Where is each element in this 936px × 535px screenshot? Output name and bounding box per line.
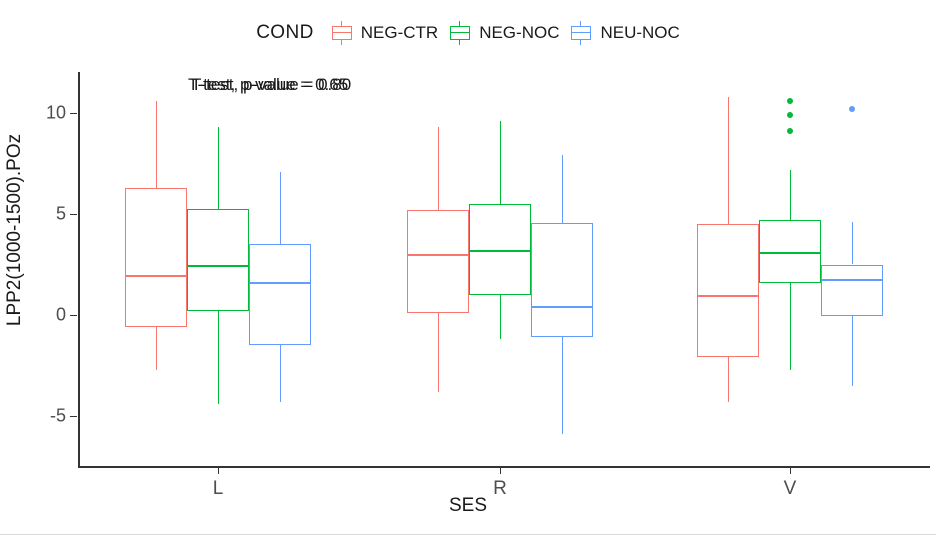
legend-title: COND (256, 22, 314, 43)
y-tick-label: 0 (55, 304, 66, 325)
whisker-lower (562, 337, 563, 435)
legend-entry-neg-ctr[interactable]: NEG-CTR (330, 20, 438, 46)
chart-legend: COND NEG-CTR NEG-NOC NEU-NOC (0, 16, 936, 50)
box-iqr (531, 223, 593, 338)
median-line (407, 254, 469, 257)
whisker-upper (438, 127, 439, 210)
whisker-upper (500, 121, 501, 204)
y-tick-mark (70, 416, 77, 417)
y-tick-mark (70, 315, 77, 316)
whisker-lower (790, 282, 791, 370)
box-iqr (759, 220, 821, 283)
box-iqr (187, 208, 249, 311)
median-line (821, 278, 883, 281)
boxplot-key-icon (569, 20, 593, 46)
box-iqr (407, 209, 469, 313)
median-line (469, 250, 531, 253)
legend-entry-neg-noc[interactable]: NEG-NOC (448, 20, 559, 46)
legend-entry-neu-noc[interactable]: NEU-NOC (569, 20, 680, 46)
y-tick-mark (70, 113, 77, 114)
y-axis-title: LPP2(1000-1500).POz (0, 0, 30, 534)
whisker-upper (218, 127, 219, 209)
x-tick-label: L (212, 478, 224, 499)
x-tick-mark (790, 467, 791, 474)
median-line (697, 294, 759, 297)
whisker-upper (728, 96, 729, 225)
whisker-upper (280, 171, 281, 245)
plot-panel (78, 72, 930, 467)
y-tick-label: -5 (49, 405, 66, 426)
box-iqr (697, 224, 759, 358)
whisker-lower (438, 312, 439, 392)
whisker-upper (562, 155, 563, 224)
box-iqr (249, 244, 311, 346)
whisker-upper (852, 222, 853, 265)
outlier-point (787, 112, 793, 119)
y-tick-label: 5 (55, 203, 66, 224)
box-iqr (469, 203, 531, 295)
y-tick-mark (70, 214, 77, 215)
median-line (759, 252, 821, 255)
x-tick-label: R (493, 478, 507, 499)
y-tick-label: 10 (45, 102, 66, 123)
whisker-lower (280, 345, 281, 402)
whisker-lower (218, 310, 219, 404)
box-iqr (821, 264, 883, 316)
boxplot-key-icon (330, 20, 354, 46)
y-axis-title-text: LPP2(1000-1500).POz (4, 133, 26, 326)
outlier-point (787, 97, 793, 104)
whisker-upper (790, 169, 791, 221)
boxplot-key-icon (448, 20, 472, 46)
legend-label-neu-noc: NEU-NOC (600, 23, 680, 42)
median-line (249, 281, 311, 284)
median-line (125, 274, 187, 277)
median-line (531, 305, 593, 308)
whisker-lower (852, 316, 853, 386)
ttest-annotation-text-b: T-test, p-value = 0.80 (191, 75, 352, 94)
whisker-lower (500, 294, 501, 340)
whisker-lower (728, 357, 729, 402)
legend-label-neg-ctr: NEG-CTR (360, 23, 439, 42)
legend-label-neg-noc: NEG-NOC (479, 23, 560, 42)
x-tick-mark (218, 467, 219, 474)
whisker-upper (156, 100, 157, 188)
x-tick-label: V (783, 478, 797, 499)
box-iqr (125, 187, 187, 328)
outlier-point (787, 128, 793, 135)
x-tick-mark (500, 467, 501, 474)
chart-root: COND NEG-CTR NEG-NOC NEU-NOC LPP2(1000-1… (0, 0, 936, 535)
median-line (187, 264, 249, 267)
whisker-lower (156, 327, 157, 370)
outlier-point (849, 105, 855, 112)
